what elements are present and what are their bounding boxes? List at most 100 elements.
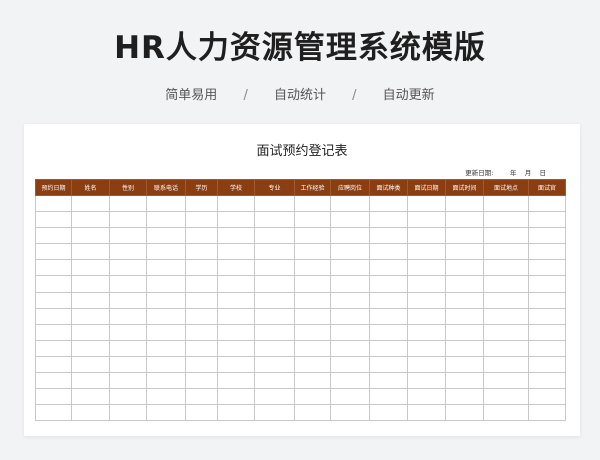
table-cell: [35, 339, 72, 357]
table-cell: [254, 227, 295, 245]
table-cell: [35, 291, 72, 309]
table-cell: [407, 355, 446, 374]
table-cell: [217, 307, 255, 325]
table-cell: [109, 291, 147, 309]
table-cell: [445, 243, 484, 261]
table-cell: [146, 388, 186, 406]
table-cell: [445, 307, 484, 325]
table-cell: [369, 291, 408, 309]
column-header: 学历: [185, 179, 218, 196]
table-cell: [330, 388, 370, 406]
table-cell: [146, 372, 186, 390]
table-cell: [185, 404, 218, 422]
table-cell: [217, 388, 255, 406]
table-cell: [483, 372, 529, 390]
table-cell: [294, 404, 331, 422]
column-header: 面试种类: [369, 179, 408, 196]
table-cell: [528, 339, 566, 357]
table-cell: [109, 323, 147, 341]
table-cell: [185, 339, 218, 357]
table-cell: [369, 355, 408, 374]
table-cell: [528, 275, 566, 293]
table-cell: [217, 404, 255, 422]
table-cell: [35, 259, 72, 277]
table-cell: [369, 211, 408, 229]
table-cell: [445, 194, 484, 213]
table-cell: [109, 243, 147, 261]
table-cell: [35, 388, 72, 406]
table-row: [35, 372, 566, 390]
table-cell: [445, 275, 484, 293]
table-cell: [445, 404, 484, 422]
table-cell: [217, 323, 255, 341]
column-header: 面试时间: [445, 179, 484, 196]
table-cell: [369, 323, 408, 341]
table-cell: [294, 291, 331, 309]
table-cell: [294, 339, 331, 357]
table-cell: [217, 275, 255, 293]
document-title: 面试预约登记表: [256, 144, 348, 159]
table-cell: [369, 404, 408, 422]
table-cell: [71, 275, 110, 293]
table-cell: [330, 211, 370, 229]
table-cell: [185, 275, 218, 293]
table-cell: [407, 194, 446, 213]
table-cell: [71, 243, 110, 261]
table-cell: [528, 372, 566, 390]
table-cell: [71, 339, 110, 357]
column-header: 性别: [109, 179, 147, 196]
table-cell: [294, 227, 331, 245]
table-cell: [330, 243, 370, 261]
table-cell: [294, 194, 331, 213]
day-label: 日: [539, 169, 547, 177]
table-cell: [109, 404, 147, 422]
table-cell: [254, 275, 295, 293]
table-cell: [407, 291, 446, 309]
feature-list: 简单易用 / 自动统计 / 自动更新: [0, 84, 600, 103]
table-cell: [294, 388, 331, 406]
table-cell: [185, 259, 218, 277]
table-cell: [445, 388, 484, 406]
column-header: 应聘岗位: [330, 179, 370, 196]
table-cell: [483, 388, 529, 406]
table-cell: [35, 227, 72, 245]
table-cell: [294, 275, 331, 293]
table-cell: [483, 243, 529, 261]
table-cell: [369, 275, 408, 293]
table-cell: [35, 404, 72, 422]
table-cell: [109, 388, 147, 406]
feature-auto-update: 自动更新: [382, 88, 435, 103]
table-cell: [185, 355, 218, 374]
table-cell: [185, 372, 218, 390]
spreadsheet-preview: 面试预约登记表 更新日期: 年 月 日 预约日期 姓名 性别 联系电话 学历 学校 专业 工作…: [24, 124, 580, 436]
table-cell: [146, 404, 186, 422]
table-cell: [185, 388, 218, 406]
table-cell: [109, 211, 147, 229]
year-label: 年: [509, 169, 517, 177]
update-date-line: 更新日期: 年 月 日: [465, 167, 546, 177]
update-date-label: 更新日期:: [465, 169, 494, 177]
table-cell: [185, 323, 218, 341]
table-cell: [528, 227, 566, 245]
table-row: [35, 275, 566, 293]
table-cell: [109, 259, 147, 277]
column-header: 联系电话: [146, 179, 186, 196]
table-cell: [407, 339, 446, 357]
table-cell: [254, 194, 295, 213]
table-cell: [445, 259, 484, 277]
table-cell: [330, 404, 370, 422]
table-cell: [330, 275, 370, 293]
table-cell: [35, 323, 72, 341]
table-cell: [254, 388, 295, 406]
table-cell: [330, 372, 370, 390]
table-cell: [185, 291, 218, 309]
table-cell: [407, 388, 446, 406]
table-cell: [146, 275, 186, 293]
table-cell: [254, 355, 295, 374]
table-row: [35, 259, 566, 277]
table-cell: [483, 355, 529, 374]
table-cell: [254, 243, 295, 261]
column-header: 面试日期: [407, 179, 446, 196]
table-cell: [528, 355, 566, 374]
feature-auto-stats: 自动统计: [273, 88, 326, 103]
